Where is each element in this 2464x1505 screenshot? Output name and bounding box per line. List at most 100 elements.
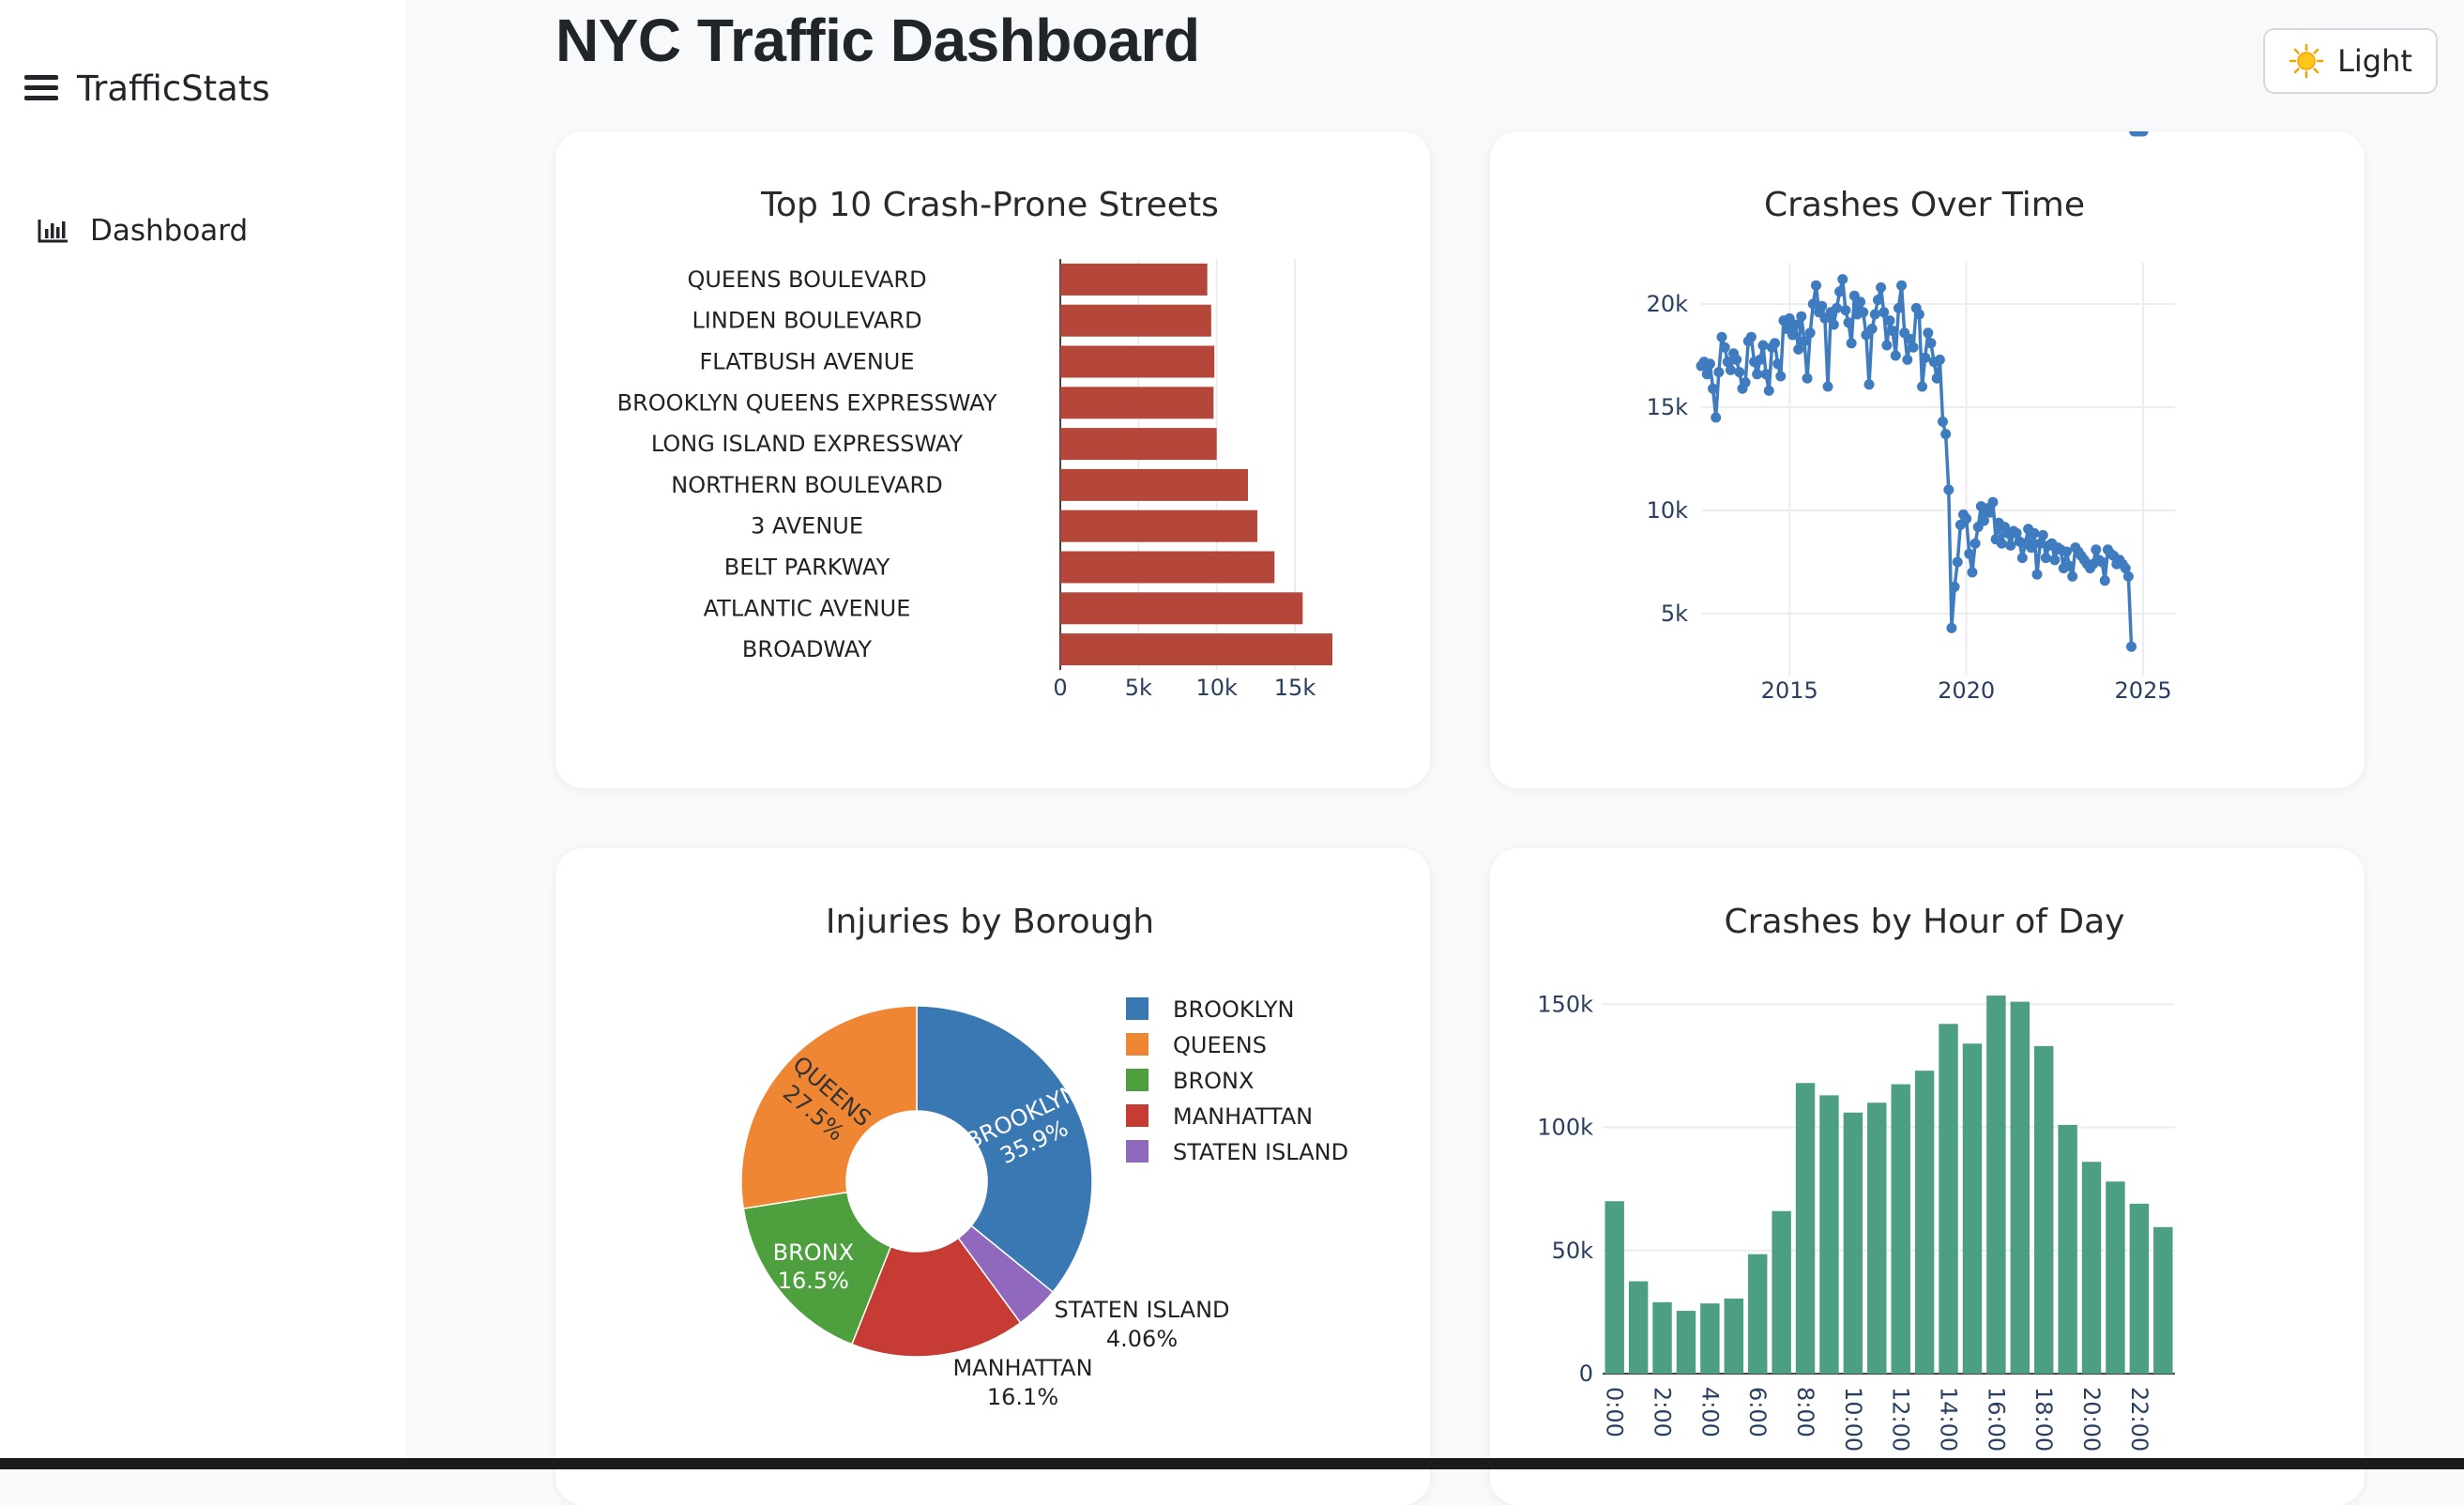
chart-title: Injuries by Borough — [826, 903, 1154, 941]
data-point — [1931, 372, 1942, 384]
bar — [1819, 1095, 1839, 1374]
legend-label: MANHATTAN — [1173, 1103, 1313, 1130]
data-point — [1985, 507, 1996, 518]
legend-item[interactable]: BROOKLYN — [1126, 996, 1294, 1023]
data-point — [1828, 319, 1839, 330]
data-point — [1913, 309, 1924, 320]
data-point — [1731, 354, 1742, 365]
x-tick-label: 0:00 — [1602, 1387, 1628, 1437]
chart-title: Top 10 Crash-Prone Streets — [760, 186, 1219, 224]
data-point — [1807, 298, 1818, 310]
sidebar-item-label: Dashboard — [90, 214, 249, 248]
x-tick-label: 2:00 — [1650, 1387, 1676, 1437]
bar — [1724, 1298, 1743, 1374]
bar — [1795, 1083, 1816, 1374]
borough-chart-card: Injuries by Borough BROOKLYN 35.9% STATEN … — [555, 848, 1430, 1505]
data-point — [1701, 369, 1712, 380]
bar — [1867, 1102, 1887, 1374]
hour-bar-chart: Crashes by Hour of Day 0 50k 100k 150k 0:00 2… — [1537, 903, 2175, 1452]
data-point — [1858, 307, 1869, 318]
sun-icon — [2289, 43, 2324, 79]
data-point — [1952, 556, 1963, 568]
data-point — [1987, 496, 1999, 508]
data-point — [1925, 338, 1937, 349]
data-point — [1946, 622, 1957, 633]
bar — [1748, 1254, 1768, 1374]
data-point — [1752, 369, 1763, 380]
x-tick-label: 8:00 — [1792, 1387, 1818, 1437]
x-tick-label: 10k — [1195, 675, 1238, 701]
data-point — [2122, 570, 2134, 582]
data-point — [1789, 319, 1801, 330]
data-point — [1872, 295, 1883, 306]
legend-item[interactable]: STATEN ISLAND — [1126, 1139, 1348, 1165]
category-label: BELT PARKWAY — [724, 555, 890, 581]
data-point — [1793, 343, 1804, 355]
theme-toggle-button[interactable]: Light — [2263, 28, 2438, 94]
data-point — [1719, 342, 1730, 353]
category-label: LONG ISLAND EXPRESSWAY — [651, 431, 964, 457]
slice-name: MANHATTAN — [952, 1355, 1092, 1381]
x-tick-label: 16:00 — [1983, 1387, 2009, 1452]
category-label: LINDEN BOULEVARD — [692, 308, 921, 334]
sidebar-item-dashboard[interactable]: Dashboard — [38, 206, 248, 255]
data-point — [1796, 311, 1807, 322]
data-point — [1878, 307, 1890, 318]
chart-title: Crashes by Hour of Day — [1725, 903, 2125, 941]
bar — [1962, 1043, 1983, 1374]
legend-item[interactable]: MANHATTAN — [1126, 1103, 1313, 1130]
bar — [1060, 633, 1332, 666]
brand-name: TrafficStats — [77, 68, 270, 109]
y-tick-label: 0 — [1579, 1361, 1593, 1387]
bar — [1060, 304, 1211, 337]
legend-swatch — [1126, 997, 1148, 1020]
bar — [1676, 1311, 1696, 1374]
category-label: ATLANTIC AVENUE — [704, 595, 911, 621]
data-point — [1890, 350, 1901, 361]
time-line-chart: Crashes Over Time 5k 10k 15k 20k 2015 2020 202… — [1647, 131, 2175, 704]
legend-label: BROOKLYN — [1173, 996, 1294, 1023]
data-point — [1740, 377, 1751, 388]
legend-label: QUEENS — [1173, 1032, 1267, 1058]
data-point — [2037, 529, 2048, 540]
data-point — [1817, 300, 1828, 312]
y-tick-label: 50k — [1552, 1238, 1594, 1264]
legend-item[interactable]: QUEENS — [1126, 1032, 1267, 1058]
data-point — [1893, 302, 1904, 313]
bar — [1986, 996, 2006, 1374]
brand: TrafficStats — [24, 62, 270, 114]
time-chart-card: Crashes Over Time 5k 10k 15k 20k 2015 2020 202… — [1490, 131, 2365, 788]
bar — [1060, 387, 1214, 419]
y-tick-label: 100k — [1537, 1115, 1593, 1141]
data-point — [1834, 286, 1846, 297]
bar — [2106, 1181, 2125, 1374]
data-point — [1787, 329, 1798, 341]
bar — [1060, 509, 1257, 542]
data-point — [2126, 641, 2137, 652]
data-point — [1734, 367, 1745, 378]
data-point — [1725, 364, 1736, 375]
legend-item[interactable]: BRONX — [1126, 1068, 1254, 1094]
category-label: 3 AVENUE — [751, 513, 863, 540]
x-tick-label: 15k — [1274, 675, 1316, 701]
bar — [2081, 1162, 2102, 1374]
bar — [1939, 1024, 1958, 1374]
data-point — [1961, 513, 1972, 524]
bar — [1772, 1210, 1791, 1374]
data-point — [1802, 372, 1813, 384]
legend-label: STATEN ISLAND — [1173, 1139, 1348, 1165]
data-point — [1711, 412, 1722, 423]
data-point — [2016, 553, 2028, 564]
bar — [1060, 428, 1217, 461]
legend-swatch — [1126, 1140, 1148, 1163]
data-point — [1917, 381, 1928, 392]
data-point — [1822, 381, 1833, 392]
y-tick-label: 20k — [1647, 291, 1689, 317]
sidebar: TrafficStats Dashboard — [0, 0, 405, 1469]
hamburger-menu-icon[interactable] — [24, 75, 58, 101]
data-point — [1855, 296, 1866, 308]
bar — [1605, 1201, 1624, 1374]
x-tick-label: 20:00 — [2078, 1387, 2105, 1452]
y-tick-label: 150k — [1537, 991, 1593, 1017]
data-point — [1908, 342, 1919, 353]
